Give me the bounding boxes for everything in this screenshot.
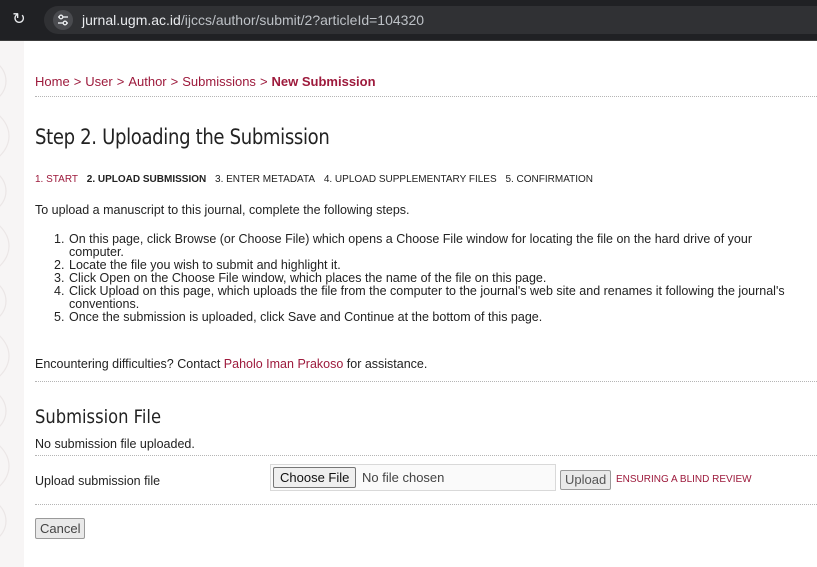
url-host: jurnal.ugm.ac.id <box>82 12 181 28</box>
main-content: Home > User > Author > Submissions > New Submiss… <box>35 41 817 567</box>
intro-text: To upload a manuscript to this journal, … <box>35 203 410 217</box>
divider <box>35 455 817 456</box>
blind-review-link[interactable]: Ensuring a Blind Review <box>616 474 752 485</box>
browser-toolbar: ↻ jurnal.ugm.ac.id/ijccs/author/submit/2… <box>0 0 817 41</box>
contact-text: Encountering difficulties? Contact Pahol… <box>35 357 427 371</box>
instruction-item: 4. Click Upload on this page, which uploa… <box>35 285 817 311</box>
url-path: /ijccs/author/submit/2?articleId=104320 <box>180 12 425 28</box>
divider <box>35 381 817 382</box>
contact-link[interactable]: Paholo Iman Prakoso <box>224 357 344 371</box>
reload-icon[interactable]: ↻ <box>8 9 30 31</box>
step-upload-supplementary-files: 4. Upload Supplementary Files <box>323 174 497 185</box>
instruction-number: 5. <box>54 310 65 324</box>
breadcrumb-author[interactable]: Author <box>128 74 166 89</box>
instruction-item: 1. On this page, click Browse (or Choose … <box>35 233 817 259</box>
divider <box>35 96 817 97</box>
breadcrumb-user[interactable]: User <box>85 74 112 89</box>
instruction-text-continued: conventions. <box>69 297 140 311</box>
instruction-text: Click Open on the Choose File window, wh… <box>69 271 547 285</box>
breadcrumb-separator: > <box>73 74 82 89</box>
divider <box>35 504 817 505</box>
instruction-text: Locate the file you wish to submit and h… <box>69 258 341 272</box>
breadcrumb-separator: > <box>170 74 179 89</box>
section-title-submission-file: Submission File <box>35 406 162 428</box>
contact-suffix: for assistance. <box>343 357 428 371</box>
instruction-text: On this page, click Browse (or Choose Fi… <box>69 232 752 246</box>
address-bar[interactable]: jurnal.ugm.ac.id/ijccs/author/submit/2?a… <box>44 6 817 34</box>
step-confirmation: 5. Confirmation <box>505 174 594 185</box>
step-start[interactable]: 1. Start <box>35 174 78 185</box>
instructions-list: 1. On this page, click Browse (or Choose … <box>35 233 817 324</box>
instruction-text: Click Upload on this page, which uploads… <box>69 284 785 298</box>
decorative-border <box>0 41 24 567</box>
instruction-item: 5. Once the submission is uploaded, click… <box>35 311 817 324</box>
instruction-number: 1. <box>54 232 65 246</box>
url-text[interactable]: jurnal.ugm.ac.id/ijccs/author/submit/2?a… <box>82 12 424 28</box>
instruction-text-continued: computer. <box>69 245 124 259</box>
breadcrumb-separator: > <box>259 74 268 89</box>
submission-status: No submission file uploaded. <box>35 437 195 451</box>
contact-prefix: Encountering difficulties? Contact <box>35 357 224 371</box>
breadcrumb-separator: > <box>116 74 125 89</box>
submission-steps: 1. Start 2. Upload Submission 3. Enter M… <box>35 174 599 185</box>
breadcrumb-current[interactable]: New Submission <box>272 74 376 89</box>
breadcrumb-submissions[interactable]: Submissions <box>182 74 256 89</box>
instruction-text: Once the submission is uploaded, click S… <box>69 310 543 324</box>
file-input[interactable]: Choose File No file chosen <box>270 464 556 491</box>
file-status-text: No file chosen <box>362 470 445 485</box>
choose-file-button[interactable]: Choose File <box>273 467 357 488</box>
instruction-number: 4. <box>54 284 65 298</box>
upload-button[interactable]: Upload <box>560 470 612 490</box>
upload-field-label: Upload submission file <box>35 474 161 488</box>
step-upload-submission: 2. Upload Submission <box>86 174 207 185</box>
cancel-button[interactable]: Cancel <box>35 518 86 539</box>
breadcrumb: Home > User > Author > Submissions > New Submiss… <box>35 74 376 89</box>
page-title: Step 2. Uploading the Submission <box>35 125 330 149</box>
site-info-icon[interactable] <box>53 10 73 30</box>
step-enter-metadata: 3. Enter Metadata <box>215 174 316 185</box>
breadcrumb-home[interactable]: Home <box>35 74 70 89</box>
